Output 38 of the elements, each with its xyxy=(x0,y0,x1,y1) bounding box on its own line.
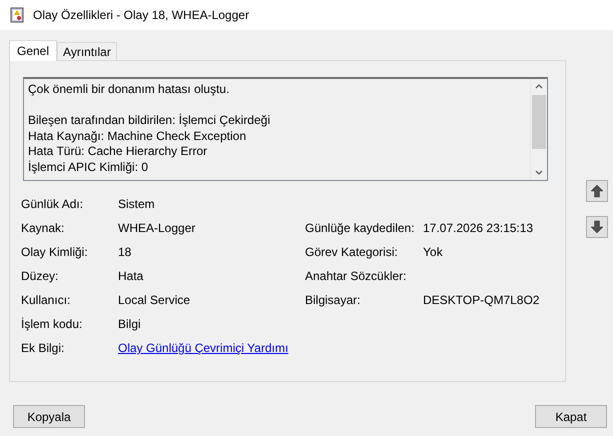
field-value: 17.07.2026 23:15:13 xyxy=(423,221,534,235)
next-button[interactable] xyxy=(586,216,608,238)
field-label: Ek Bilgi: xyxy=(21,341,66,355)
field-value: Yok xyxy=(423,245,444,259)
event-log-icon xyxy=(9,7,25,23)
field-label: İşlem kodu: xyxy=(21,317,84,331)
field-label: Günlüğe kaydedilen: xyxy=(305,221,416,235)
field-value: WHEA-Logger xyxy=(118,221,196,235)
scrollbar[interactable] xyxy=(530,79,547,180)
field-label: Kaynak: xyxy=(21,221,66,235)
description-line: Hata Kaynağı: Machine Check Exception xyxy=(28,128,248,144)
scrollbar-thumb[interactable] xyxy=(532,95,546,149)
window-title: Olay Özellikleri - Olay 18, WHEA-Logger xyxy=(33,8,250,22)
field-value: 18 xyxy=(118,245,132,259)
field-label: Olay Kimliği: xyxy=(21,245,89,259)
description-line: İşlemci APIC Kimliği: 0 xyxy=(28,160,150,175)
tab[interactable]: Genel xyxy=(9,40,58,61)
previous-button[interactable] xyxy=(586,180,608,202)
field-value: Hata xyxy=(118,269,144,283)
dialog-button[interactable]: Kopyala xyxy=(13,405,85,428)
field-label: Kullanıcı: xyxy=(21,293,72,307)
dialog-button[interactable]: Kapat xyxy=(535,405,607,428)
field-value: Sistem xyxy=(118,197,156,211)
field-label: Görev Kategorisi: xyxy=(305,245,399,259)
field-label: Günlük Adı: xyxy=(21,197,84,211)
field-label: Anahtar Sözcükler: xyxy=(305,269,408,283)
description-line: Hata Türü: Cache Hierarchy Error xyxy=(28,144,208,160)
down-arrow-icon xyxy=(590,220,604,234)
field-value: DESKTOP-QM7L8O2 xyxy=(423,293,540,307)
field-label: Düzey: xyxy=(21,269,60,283)
field-value: Bilgi xyxy=(118,317,142,331)
field-label: Bilgisayar: xyxy=(305,293,362,307)
description-line: Bileşen tarafından bildirilen: İşlemci Çekirdeği xyxy=(28,113,272,128)
tab[interactable]: Ayrıntılar xyxy=(57,42,117,60)
field-value: Local Service xyxy=(118,293,192,307)
up-arrow-icon xyxy=(590,184,604,198)
description-line: Çok önemli bir donanım hatası oluştu. xyxy=(28,82,230,98)
help-link[interactable]: Olay Günlüğü Çevrimiçi Yardımı xyxy=(118,341,288,355)
